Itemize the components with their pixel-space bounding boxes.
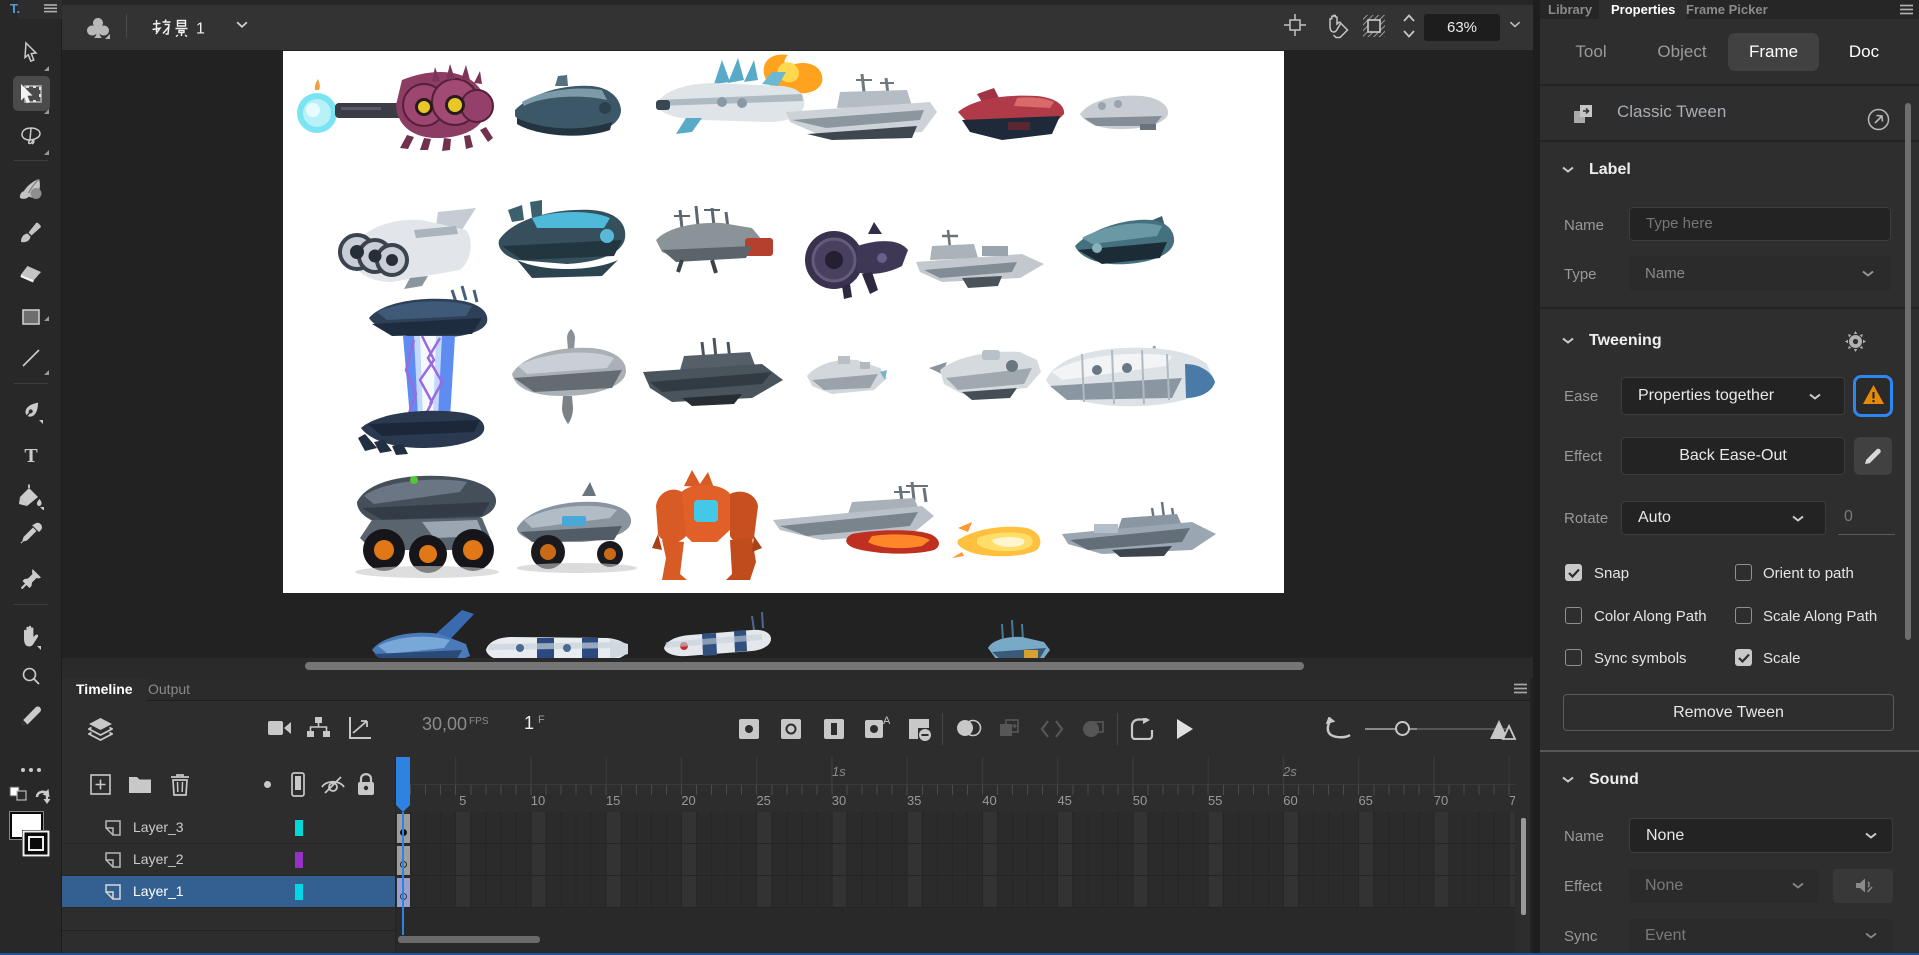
svg-text:A: A xyxy=(883,715,890,727)
svg-text:T: T xyxy=(24,445,38,467)
svg-text:1: 1 xyxy=(196,21,205,38)
